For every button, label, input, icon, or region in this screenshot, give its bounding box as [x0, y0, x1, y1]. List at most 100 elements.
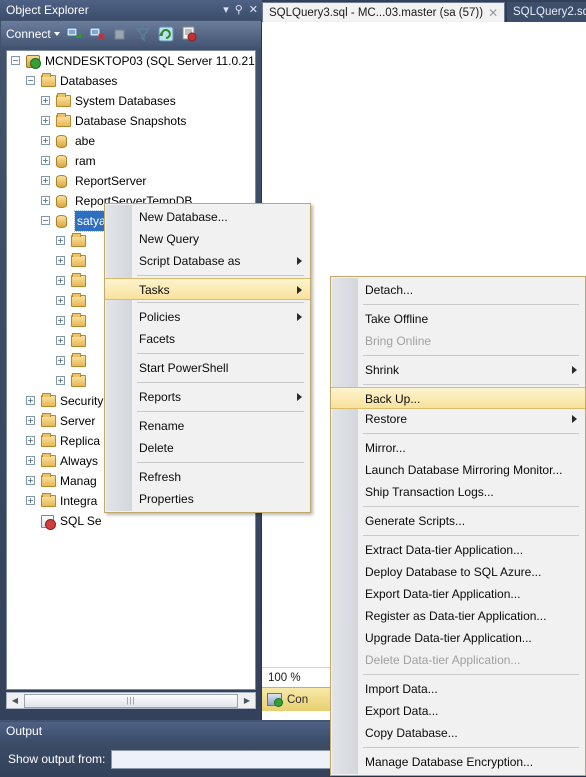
folder-icon: [41, 493, 56, 507]
disconnect-icon[interactable]: [88, 25, 106, 43]
database-icon: [56, 155, 67, 168]
tree-node-label: satya: [74, 210, 109, 232]
menu-item-start-powershell[interactable]: Start PowerShell: [105, 357, 310, 379]
menu-item-export-data-tier-application[interactable]: Export Data-tier Application...: [331, 583, 585, 605]
menu-item-detach[interactable]: Detach...: [331, 279, 585, 301]
expand-toggle-icon[interactable]: +: [26, 436, 35, 445]
menu-item-facets[interactable]: Facets: [105, 328, 310, 350]
menu-item-deploy-database-to-sql-azure[interactable]: Deploy Database to SQL Azure...: [331, 561, 585, 583]
tab-sqlquery3[interactable]: SQLQuery3.sql - MC...03.master (sa (57))…: [262, 2, 506, 23]
tab-close-icon[interactable]: ✕: [488, 3, 498, 23]
menu-item-rename[interactable]: Rename: [105, 415, 310, 437]
menu-item-new-query[interactable]: New Query: [105, 228, 310, 250]
menu-item-launch-database-mirroring-monitor[interactable]: Launch Database Mirroring Monitor...: [331, 459, 585, 481]
connect-icon[interactable]: [65, 25, 83, 43]
menu-separator: [137, 302, 304, 303]
expand-toggle-icon[interactable]: +: [56, 236, 65, 245]
tree-node-label: Databases: [60, 74, 118, 88]
scroll-left-icon[interactable]: ◀: [7, 693, 23, 708]
tab-sqlquery2[interactable]: SQLQuery2.sql: [507, 2, 586, 22]
expand-toggle-icon[interactable]: +: [56, 336, 65, 345]
menu-item-refresh[interactable]: Refresh: [105, 466, 310, 488]
expand-toggle-icon[interactable]: +: [41, 176, 50, 185]
menu-item-copy-database[interactable]: Copy Database...: [331, 722, 585, 744]
expand-toggle-icon[interactable]: +: [56, 376, 65, 385]
expand-toggle-icon[interactable]: +: [56, 356, 65, 365]
expand-toggle-icon[interactable]: +: [56, 316, 65, 325]
menu-item-export-data[interactable]: Export Data...: [331, 700, 585, 722]
expand-toggle-icon[interactable]: +: [26, 476, 35, 485]
object-explorer-hscrollbar[interactable]: ◀ ||| ▶: [6, 692, 256, 709]
chevron-down-icon: [53, 32, 60, 36]
submenu-arrow-icon: [297, 286, 302, 294]
folder-icon: [41, 453, 56, 467]
menu-item-manage-database-encryption[interactable]: Manage Database Encryption...: [331, 751, 585, 773]
menu-item-register-as-data-tier-application[interactable]: Register as Data-tier Application...: [331, 605, 585, 627]
tree-node[interactable]: + abe: [7, 131, 255, 151]
tasks-submenu[interactable]: Detach... Take Offline Bring Online Shrink B…: [330, 276, 586, 776]
script-icon[interactable]: [180, 25, 198, 43]
database-context-menu[interactable]: New Database... New Query Script Database …: [104, 203, 311, 513]
tree-node[interactable]: + System Databases: [7, 91, 255, 111]
menu-item-label: Facets: [139, 332, 176, 346]
menu-item-upgrade-data-tier-application[interactable]: Upgrade Data-tier Application...: [331, 627, 585, 649]
submenu-arrow-icon: [297, 313, 302, 321]
menu-item-mirror[interactable]: Mirror...: [331, 437, 585, 459]
tree-node[interactable]: + ram: [7, 151, 255, 171]
tree-node-label: Always: [60, 454, 99, 468]
refresh-icon[interactable]: [157, 25, 175, 43]
expand-toggle-icon[interactable]: +: [26, 416, 35, 425]
collapse-toggle-icon[interactable]: −: [11, 56, 20, 65]
filter-icon[interactable]: [134, 25, 152, 43]
expand-toggle-icon[interactable]: +: [26, 496, 35, 505]
collapse-toggle-icon[interactable]: −: [41, 216, 50, 225]
expand-toggle-icon[interactable]: +: [41, 116, 50, 125]
menu-item-tasks[interactable]: Tasks: [105, 278, 310, 300]
close-icon[interactable]: ✕: [249, 4, 258, 16]
dropdown-icon[interactable]: ▾: [223, 4, 229, 16]
menu-item-take-offline[interactable]: Take Offline: [331, 308, 585, 330]
tree-node[interactable]: − Databases: [7, 71, 255, 91]
menu-item-policies[interactable]: Policies: [105, 306, 310, 328]
expand-toggle-icon[interactable]: +: [26, 396, 35, 405]
menu-item-restore[interactable]: Restore: [331, 408, 585, 430]
tree-node[interactable]: + ReportServer: [7, 171, 255, 191]
menu-item-script-database-as[interactable]: Script Database as: [105, 250, 310, 272]
tree-node[interactable]: + Database Snapshots: [7, 111, 255, 131]
expand-toggle-icon[interactable]: +: [26, 456, 35, 465]
menu-separator: [363, 535, 579, 536]
expand-toggle-icon[interactable]: +: [41, 136, 50, 145]
expand-toggle-icon[interactable]: +: [41, 156, 50, 165]
expand-toggle-icon[interactable]: +: [56, 296, 65, 305]
expand-toggle-icon[interactable]: +: [56, 256, 65, 265]
menu-item-ship-transaction-logs[interactable]: Ship Transaction Logs...: [331, 481, 585, 503]
tree-node[interactable]: SQL Se: [7, 511, 255, 531]
menu-item-reports[interactable]: Reports: [105, 386, 310, 408]
expand-toggle-icon[interactable]: +: [56, 276, 65, 285]
scroll-right-icon[interactable]: ▶: [239, 693, 255, 708]
pin-icon[interactable]: ⚲: [235, 4, 243, 16]
menu-item-label: Export Data-tier Application...: [365, 587, 521, 601]
tree-node-label: System Databases: [75, 94, 176, 108]
menu-item-properties[interactable]: Properties: [105, 488, 310, 510]
database-icon: [56, 195, 67, 208]
menu-item-delete[interactable]: Delete: [105, 437, 310, 459]
menu-item-extract-data-tier-application[interactable]: Extract Data-tier Application...: [331, 539, 585, 561]
menu-item-label: Delete: [139, 441, 174, 455]
menu-item-import-data[interactable]: Import Data...: [331, 678, 585, 700]
menu-item-generate-scripts[interactable]: Generate Scripts...: [331, 510, 585, 532]
menu-item-label: Delete Data-tier Application...: [365, 653, 521, 667]
expand-toggle-icon[interactable]: +: [41, 196, 50, 205]
menu-item-new-database[interactable]: New Database...: [105, 206, 310, 228]
tree-node[interactable]: − MCNDESKTOP03 (SQL Server 11.0.2100: [7, 51, 255, 71]
menu-separator: [137, 411, 304, 412]
menu-item-label: Export Data...: [365, 704, 439, 718]
connect-button[interactable]: Connect: [6, 27, 60, 41]
menu-item-back-up[interactable]: Back Up...: [331, 387, 585, 409]
menu-item-shrink[interactable]: Shrink: [331, 359, 585, 381]
expand-toggle-icon[interactable]: +: [41, 96, 50, 105]
tree-node-label: SQL Se: [60, 514, 102, 528]
menu-separator: [363, 506, 579, 507]
scroll-thumb[interactable]: |||: [24, 693, 238, 708]
collapse-toggle-icon[interactable]: −: [26, 76, 35, 85]
